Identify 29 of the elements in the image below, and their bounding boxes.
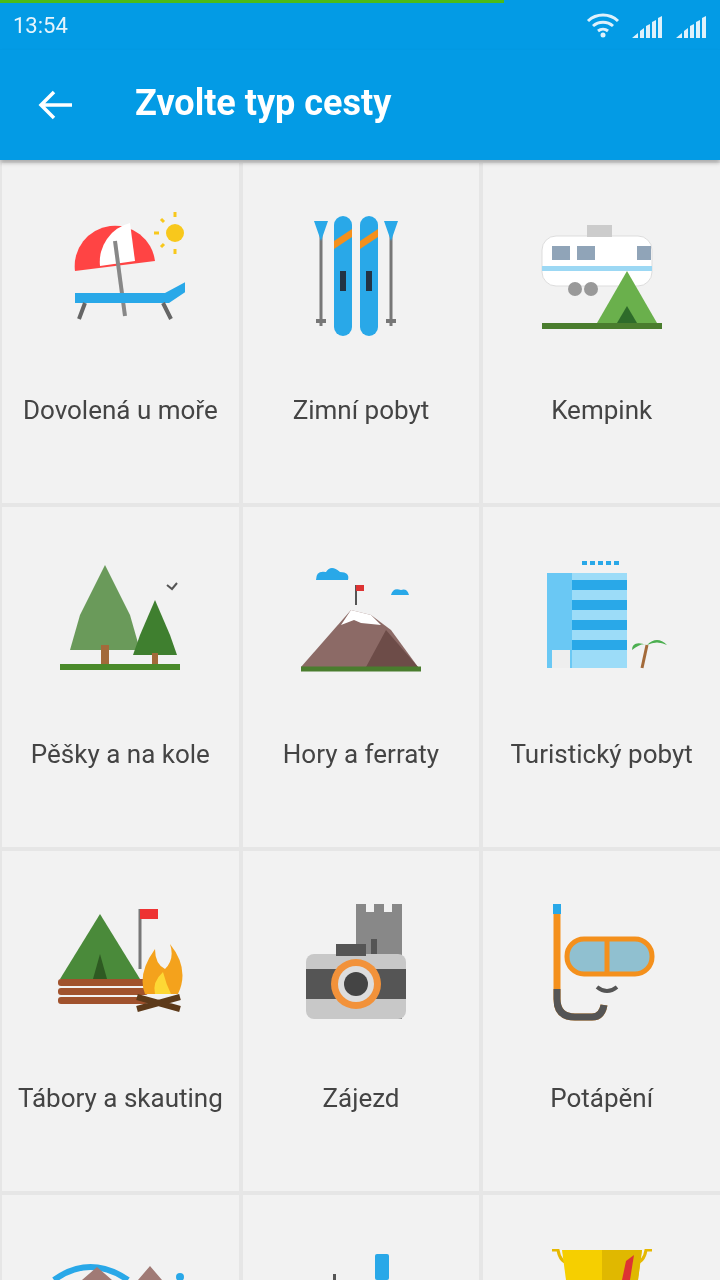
trip-type-label: Hory a ferraty (281, 738, 441, 771)
signal-icon (676, 16, 708, 38)
trophy-icon (549, 1249, 654, 1280)
trip-type-label: Zimní pobyt (291, 394, 431, 427)
trip-type-label: Pěšky a na kole (29, 738, 211, 771)
trip-type-tile[interactable] (2, 1195, 239, 1280)
trip-type-label: Potápění (549, 1082, 655, 1115)
trip-type-tile[interactable]: Dovolená u moře (2, 163, 239, 503)
back-arrow-icon (38, 89, 74, 121)
status-time: 13:54 (13, 12, 68, 38)
screen-title: Zvolte typ cesty (135, 82, 392, 126)
trip-type-tile[interactable]: Turistický pobyt (483, 507, 720, 847)
trip-type-label: Turistický pobyt (509, 738, 694, 771)
trip-type-label: Tábory a skauting (16, 1082, 224, 1115)
trip-type-tile[interactable]: Zimní pobyt (242, 163, 480, 503)
trip-type-tile[interactable]: Pěšky a na kole (2, 507, 239, 847)
trip-type-tile[interactable]: Kempink (483, 163, 720, 503)
trip-type-tile[interactable]: Potápění (483, 851, 720, 1191)
trip-type-label: Dovolená u moře (21, 394, 219, 427)
trip-type-tile[interactable]: Tábory a skauting (2, 851, 239, 1191)
trip-type-tile[interactable] (483, 1195, 720, 1280)
trip-type-label: Zájezd (321, 1082, 401, 1115)
trip-type-tile[interactable]: Hory a ferraty (242, 507, 480, 847)
bar-graph-icon (331, 1254, 391, 1280)
wifi-icon (586, 12, 620, 38)
signal-icon (632, 16, 664, 38)
trip-type-tile[interactable]: Zájezd (242, 851, 480, 1191)
trip-type-label: Kempink (550, 394, 654, 427)
trip-type-tile[interactable] (242, 1195, 480, 1280)
